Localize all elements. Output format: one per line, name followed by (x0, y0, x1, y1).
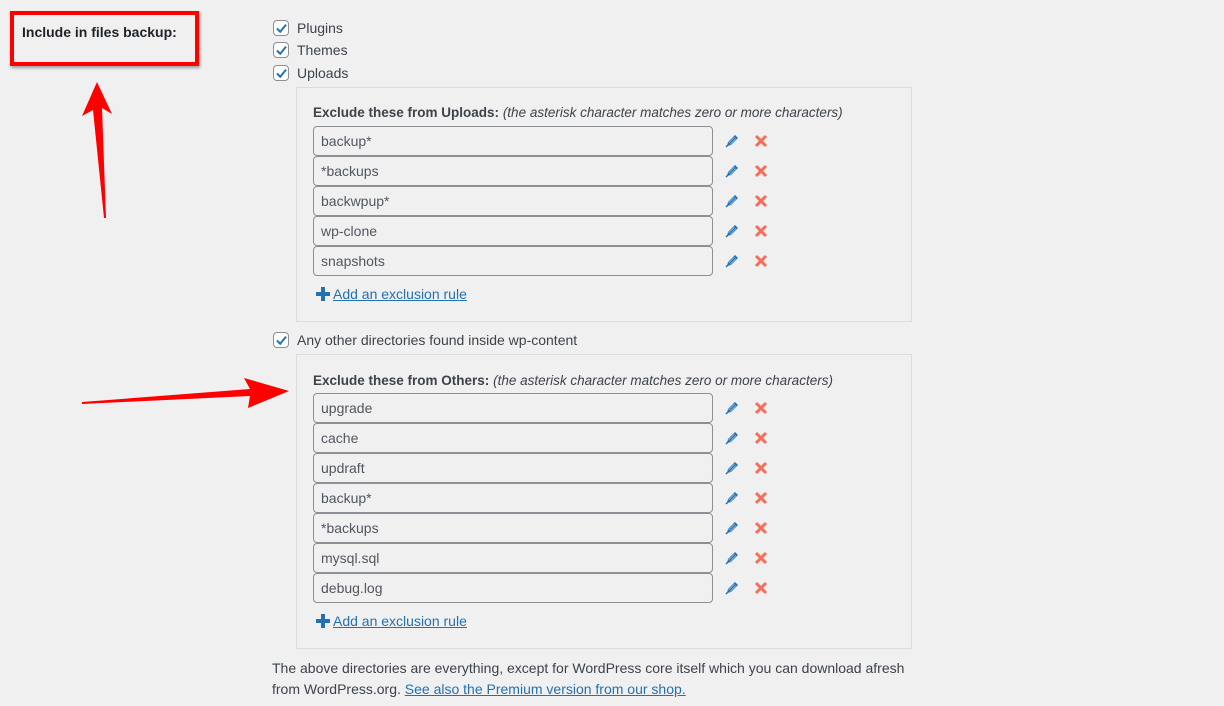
pencil-icon[interactable] (724, 520, 740, 536)
exclusion-rule-row: backup* (313, 126, 768, 156)
delete-x-icon[interactable] (754, 461, 768, 475)
option-label: Plugins (297, 20, 343, 36)
pencil-icon[interactable] (724, 253, 740, 269)
annotation-arrow-up-icon (82, 82, 112, 218)
option-label: Any other directories found inside wp-co… (297, 332, 578, 348)
exclusion-rule-row: upgrade (313, 393, 768, 423)
pencil-icon[interactable] (724, 490, 740, 506)
exclusion-rule-row: updraft (313, 453, 768, 483)
exclusion-rule-row: mysql.sql (313, 543, 768, 573)
pencil-icon[interactable] (724, 400, 740, 416)
plus-icon (316, 287, 330, 301)
pencil-icon[interactable] (724, 460, 740, 476)
add-exclusion-rule-link[interactable]: Add an exclusion rule (333, 613, 467, 629)
pencil-icon[interactable] (724, 430, 740, 446)
footer-note: The above directories are everything, ex… (272, 658, 912, 700)
exclusion-rule-input[interactable]: backup* (313, 483, 713, 513)
option-label: Themes (297, 42, 348, 58)
pencil-icon[interactable] (724, 133, 740, 149)
exclusion-rule-row: *backups (313, 513, 768, 543)
exclusion-rule-row: *backups (313, 156, 768, 186)
exclusion-rule-input[interactable]: backwpup* (313, 186, 713, 216)
checkbox-uploads[interactable] (273, 65, 289, 81)
delete-x-icon[interactable] (754, 521, 768, 535)
exclusion-rule-row: wp-clone (313, 216, 768, 246)
option-label: Uploads (297, 65, 349, 81)
add-others-exclusion-rule[interactable]: Add an exclusion rule (316, 613, 467, 629)
checkmark-icon (275, 45, 287, 55)
premium-version-link[interactable]: See also the Premium version from our sh… (405, 681, 686, 697)
annotation-arrow-right-icon (82, 378, 289, 408)
exclusion-rule-input[interactable]: snapshots (313, 246, 713, 276)
exclusion-rule-input[interactable]: wp-clone (313, 216, 713, 246)
plus-icon (316, 614, 330, 628)
pencil-icon[interactable] (724, 163, 740, 179)
exclusion-hint: (the asterisk character matches zero or … (493, 373, 833, 388)
exclusion-rule-row: snapshots (313, 246, 768, 276)
delete-x-icon[interactable] (754, 254, 768, 268)
checkbox-others[interactable] (273, 332, 289, 348)
delete-x-icon[interactable] (754, 551, 768, 565)
checkmark-icon (275, 335, 287, 345)
exclusion-rule-input[interactable]: debug.log (313, 573, 713, 603)
add-uploads-exclusion-rule[interactable]: Add an exclusion rule (316, 286, 467, 302)
delete-x-icon[interactable] (754, 134, 768, 148)
others-exclusion-title: Exclude these from Others: (the asterisk… (313, 373, 833, 388)
checkmark-icon (275, 68, 287, 78)
uploads-exclusion-panel: Exclude these from Uploads: (the asteris… (296, 87, 912, 322)
delete-x-icon[interactable] (754, 401, 768, 415)
exclusion-title-text: Exclude these from Uploads: (313, 105, 500, 120)
exclusion-hint: (the asterisk character matches zero or … (502, 105, 843, 120)
pencil-icon[interactable] (724, 223, 740, 239)
checkbox-themes[interactable] (273, 42, 289, 58)
exclusion-rule-input[interactable]: upgrade (313, 393, 713, 423)
exclusion-rule-row: backup* (313, 483, 768, 513)
pencil-icon[interactable] (724, 550, 740, 566)
exclusion-rule-input[interactable]: *backups (313, 513, 713, 543)
delete-x-icon[interactable] (754, 581, 768, 595)
checkbox-plugins[interactable] (273, 20, 289, 36)
exclusion-rule-row: cache (313, 423, 768, 453)
pencil-icon[interactable] (724, 193, 740, 209)
delete-x-icon[interactable] (754, 194, 768, 208)
exclusion-rule-input[interactable]: backup* (313, 126, 713, 156)
pencil-icon[interactable] (724, 580, 740, 596)
delete-x-icon[interactable] (754, 164, 768, 178)
section-label: Include in files backup: (22, 24, 177, 40)
exclusion-rule-row: debug.log (313, 573, 768, 603)
exclusion-rule-input[interactable]: *backups (313, 156, 713, 186)
option-plugins[interactable]: Plugins (273, 18, 343, 38)
exclusion-rule-input[interactable]: cache (313, 423, 713, 453)
delete-x-icon[interactable] (754, 491, 768, 505)
others-exclusion-panel: Exclude these from Others: (the asterisk… (296, 354, 912, 649)
uploads-exclusion-title: Exclude these from Uploads: (the asteris… (313, 105, 843, 120)
delete-x-icon[interactable] (754, 431, 768, 445)
add-exclusion-rule-link[interactable]: Add an exclusion rule (333, 286, 467, 302)
exclusion-title-text: Exclude these from Others: (313, 373, 490, 388)
checkmark-icon (275, 23, 287, 33)
option-uploads[interactable]: Uploads (273, 63, 348, 83)
exclusion-rule-input[interactable]: mysql.sql (313, 543, 713, 573)
option-themes[interactable]: Themes (273, 40, 348, 60)
delete-x-icon[interactable] (754, 224, 768, 238)
option-others[interactable]: Any other directories found inside wp-co… (273, 330, 577, 350)
exclusion-rule-input[interactable]: updraft (313, 453, 713, 483)
exclusion-rule-row: backwpup* (313, 186, 768, 216)
